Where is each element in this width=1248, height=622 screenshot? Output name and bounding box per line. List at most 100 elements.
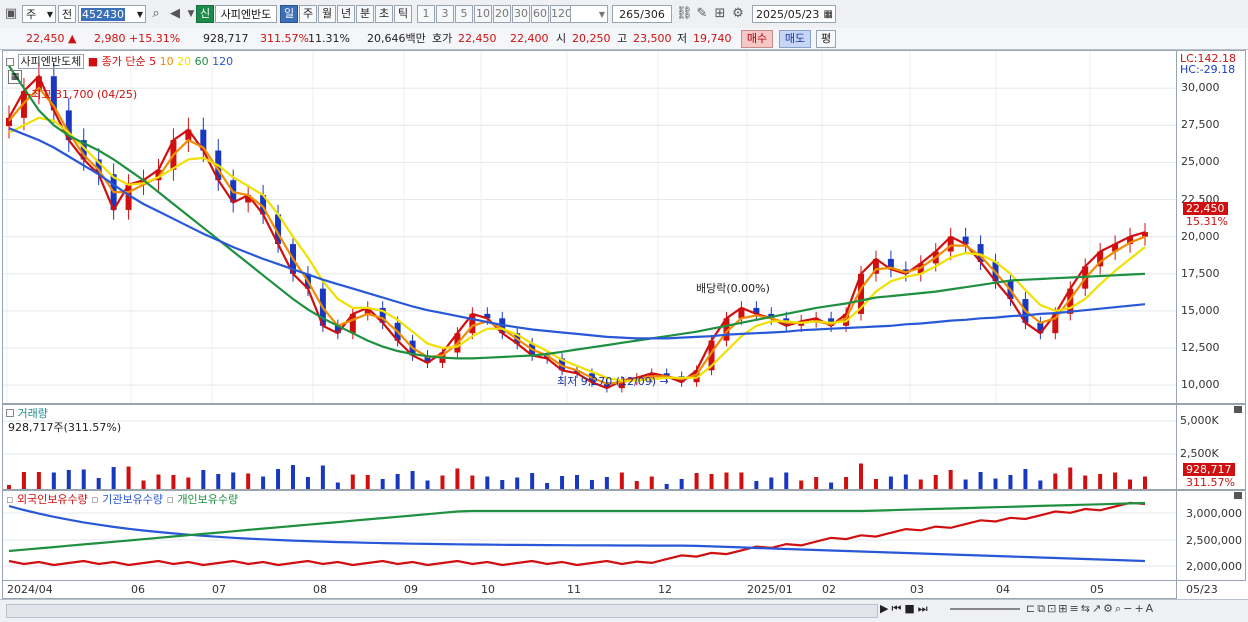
period-button-1[interactable]: 일 — [280, 5, 298, 23]
date-value: 2025/05/23 — [756, 8, 820, 21]
price-y-tick: 17,500 — [1181, 266, 1220, 280]
volume-bar — [1008, 475, 1013, 489]
period-select[interactable]: 주 ▼ — [22, 5, 56, 23]
custom-interval-select[interactable]: ▼ — [570, 5, 608, 23]
evaluate-button[interactable]: 평 — [816, 30, 836, 48]
right-arrow-icon: → — [656, 375, 669, 388]
window-icon[interactable]: ⊡ — [1047, 602, 1058, 615]
period-button-2[interactable]: 주 — [299, 5, 317, 23]
x-axis-label: 09 — [404, 583, 418, 596]
play-icon[interactable]: ▶ — [880, 602, 891, 615]
volume-bar — [918, 479, 923, 489]
fast-forward-icon[interactable]: ⏭ — [918, 602, 931, 615]
panel-close-icon[interactable] — [1234, 406, 1242, 413]
zoom-in-icon[interactable]: + — [1134, 602, 1145, 615]
search-icon[interactable]: ⌕ — [1115, 602, 1123, 615]
legend-square-icon — [6, 409, 14, 417]
window-menu-icon[interactable]: ▣ — [3, 6, 19, 22]
chart-tool-icon[interactable]: ⊞ — [712, 6, 728, 22]
high-price: 23,500 — [633, 32, 672, 45]
price-y-tick: 12,500 — [1181, 341, 1220, 355]
low-annotation: 최저 9,270 (12/09) → — [557, 373, 669, 389]
volume-bar — [425, 480, 430, 489]
stack-icon[interactable]: ≡ — [1070, 602, 1081, 615]
period-button-3[interactable]: 월 — [318, 5, 336, 23]
stop-icon[interactable]: ■ — [904, 602, 917, 615]
ma-legend-20[interactable]: 20 — [174, 55, 191, 68]
interval-button-30[interactable]: 30 — [512, 5, 530, 23]
period-button-4[interactable]: 년 — [337, 5, 355, 23]
interval-button-5[interactable]: 5 — [455, 5, 473, 23]
gear-icon[interactable]: ⚙ — [730, 6, 746, 22]
ma-legend-120[interactable]: 120 — [209, 55, 233, 68]
period-button-6[interactable]: 초 — [375, 5, 393, 23]
volume-bar — [634, 481, 639, 489]
ma-legend-prefix: 종가 단순 — [101, 55, 146, 68]
data-total-value: /306 — [640, 8, 665, 21]
volume-bar — [66, 470, 71, 489]
low-annotation-text: 최저 9,270 (12/09) — [557, 375, 657, 388]
draw-icon[interactable]: ↗ — [1092, 602, 1103, 615]
buy-button[interactable]: 매수 — [741, 30, 773, 48]
volume-bar — [201, 470, 206, 489]
prev-button[interactable]: 전 — [58, 5, 76, 23]
holdings-legend-item[interactable]: 기관보유수량 — [102, 493, 163, 506]
volume-bar — [320, 465, 325, 489]
date-field[interactable]: 2025/05/23 ▦ — [752, 5, 836, 23]
price-legend-name[interactable]: 사피엔반도체 — [17, 54, 85, 69]
volume-bar — [575, 475, 579, 489]
data-count-field[interactable]: 265/306 — [612, 5, 672, 23]
volume-bar — [948, 470, 953, 489]
font-size-icon[interactable]: A — [1146, 602, 1156, 615]
chart-scrollbar[interactable] — [6, 604, 878, 618]
settings-icon[interactable]: ⚙ — [1103, 602, 1115, 615]
volume-bar — [261, 476, 266, 489]
holdings-legend-item[interactable]: 개인보유수량 — [177, 493, 238, 506]
interval-button-120[interactable]: 120 — [550, 5, 572, 23]
volume-bar — [380, 479, 385, 489]
period-button-5[interactable]: 분 — [356, 5, 374, 23]
chevron-down-icon: ▼ — [598, 10, 605, 19]
volume-bar — [709, 474, 714, 489]
vol-tick: 5,000K — [1180, 414, 1219, 427]
volume-bar — [470, 475, 475, 489]
new-listing-badge: 신 — [196, 5, 214, 23]
grid-icon[interactable]: ⊞ — [1058, 602, 1069, 615]
interval-button-3[interactable]: 3 — [436, 5, 454, 23]
layout-icon[interactable]: ⊏ — [1026, 602, 1037, 615]
price-change: 2,980 +15.31% — [94, 32, 181, 45]
ma-legend-60[interactable]: 60 — [191, 55, 209, 68]
x-axis-label: 08 — [313, 583, 327, 596]
compare-icon[interactable]: ⇆ — [1081, 602, 1092, 615]
volume-bar — [859, 463, 863, 489]
volume-bar — [1023, 469, 1028, 489]
ma-line-10 — [8, 86, 1146, 385]
volume-bar — [231, 472, 236, 489]
open-price: 20,250 — [572, 32, 611, 45]
copy-icon[interactable]: ⧉ — [1037, 602, 1047, 615]
holdings-legend-item[interactable]: 외국인보유수량 — [17, 493, 88, 506]
zoom-slider[interactable] — [950, 608, 1020, 610]
interval-button-60[interactable]: 60 — [531, 5, 549, 23]
rewind-icon[interactable]: ⏮ — [891, 602, 904, 615]
edit-icon[interactable]: ✎ — [694, 6, 710, 22]
volume-bar — [350, 474, 355, 489]
interval-button-20[interactable]: 20 — [493, 5, 511, 23]
ma-legend-10[interactable]: 10 — [156, 55, 174, 68]
period-button-7[interactable]: 틱 — [394, 5, 412, 23]
volume-bar — [1128, 479, 1133, 489]
volume-bar — [844, 477, 849, 489]
legend-square-icon: ▫ — [162, 493, 178, 506]
interval-button-10[interactable]: 10 — [474, 5, 492, 23]
grid-toggle-icon[interactable]: ▦ — [8, 70, 22, 84]
open-label: 시 — [556, 32, 567, 45]
interval-button-1[interactable]: 1 — [417, 5, 435, 23]
sell-button[interactable]: 매도 — [779, 30, 811, 48]
volume-bar — [649, 476, 654, 489]
link-icon[interactable]: ⛓ — [676, 6, 693, 22]
speaker-icon[interactable]: ◀ — [167, 6, 183, 22]
zoom-out-icon[interactable]: − — [1123, 602, 1134, 615]
search-icon[interactable]: ⌕ — [148, 6, 164, 22]
stock-code-input[interactable]: 452430 ▼ — [78, 5, 146, 23]
panel-close-icon[interactable] — [1234, 492, 1242, 499]
